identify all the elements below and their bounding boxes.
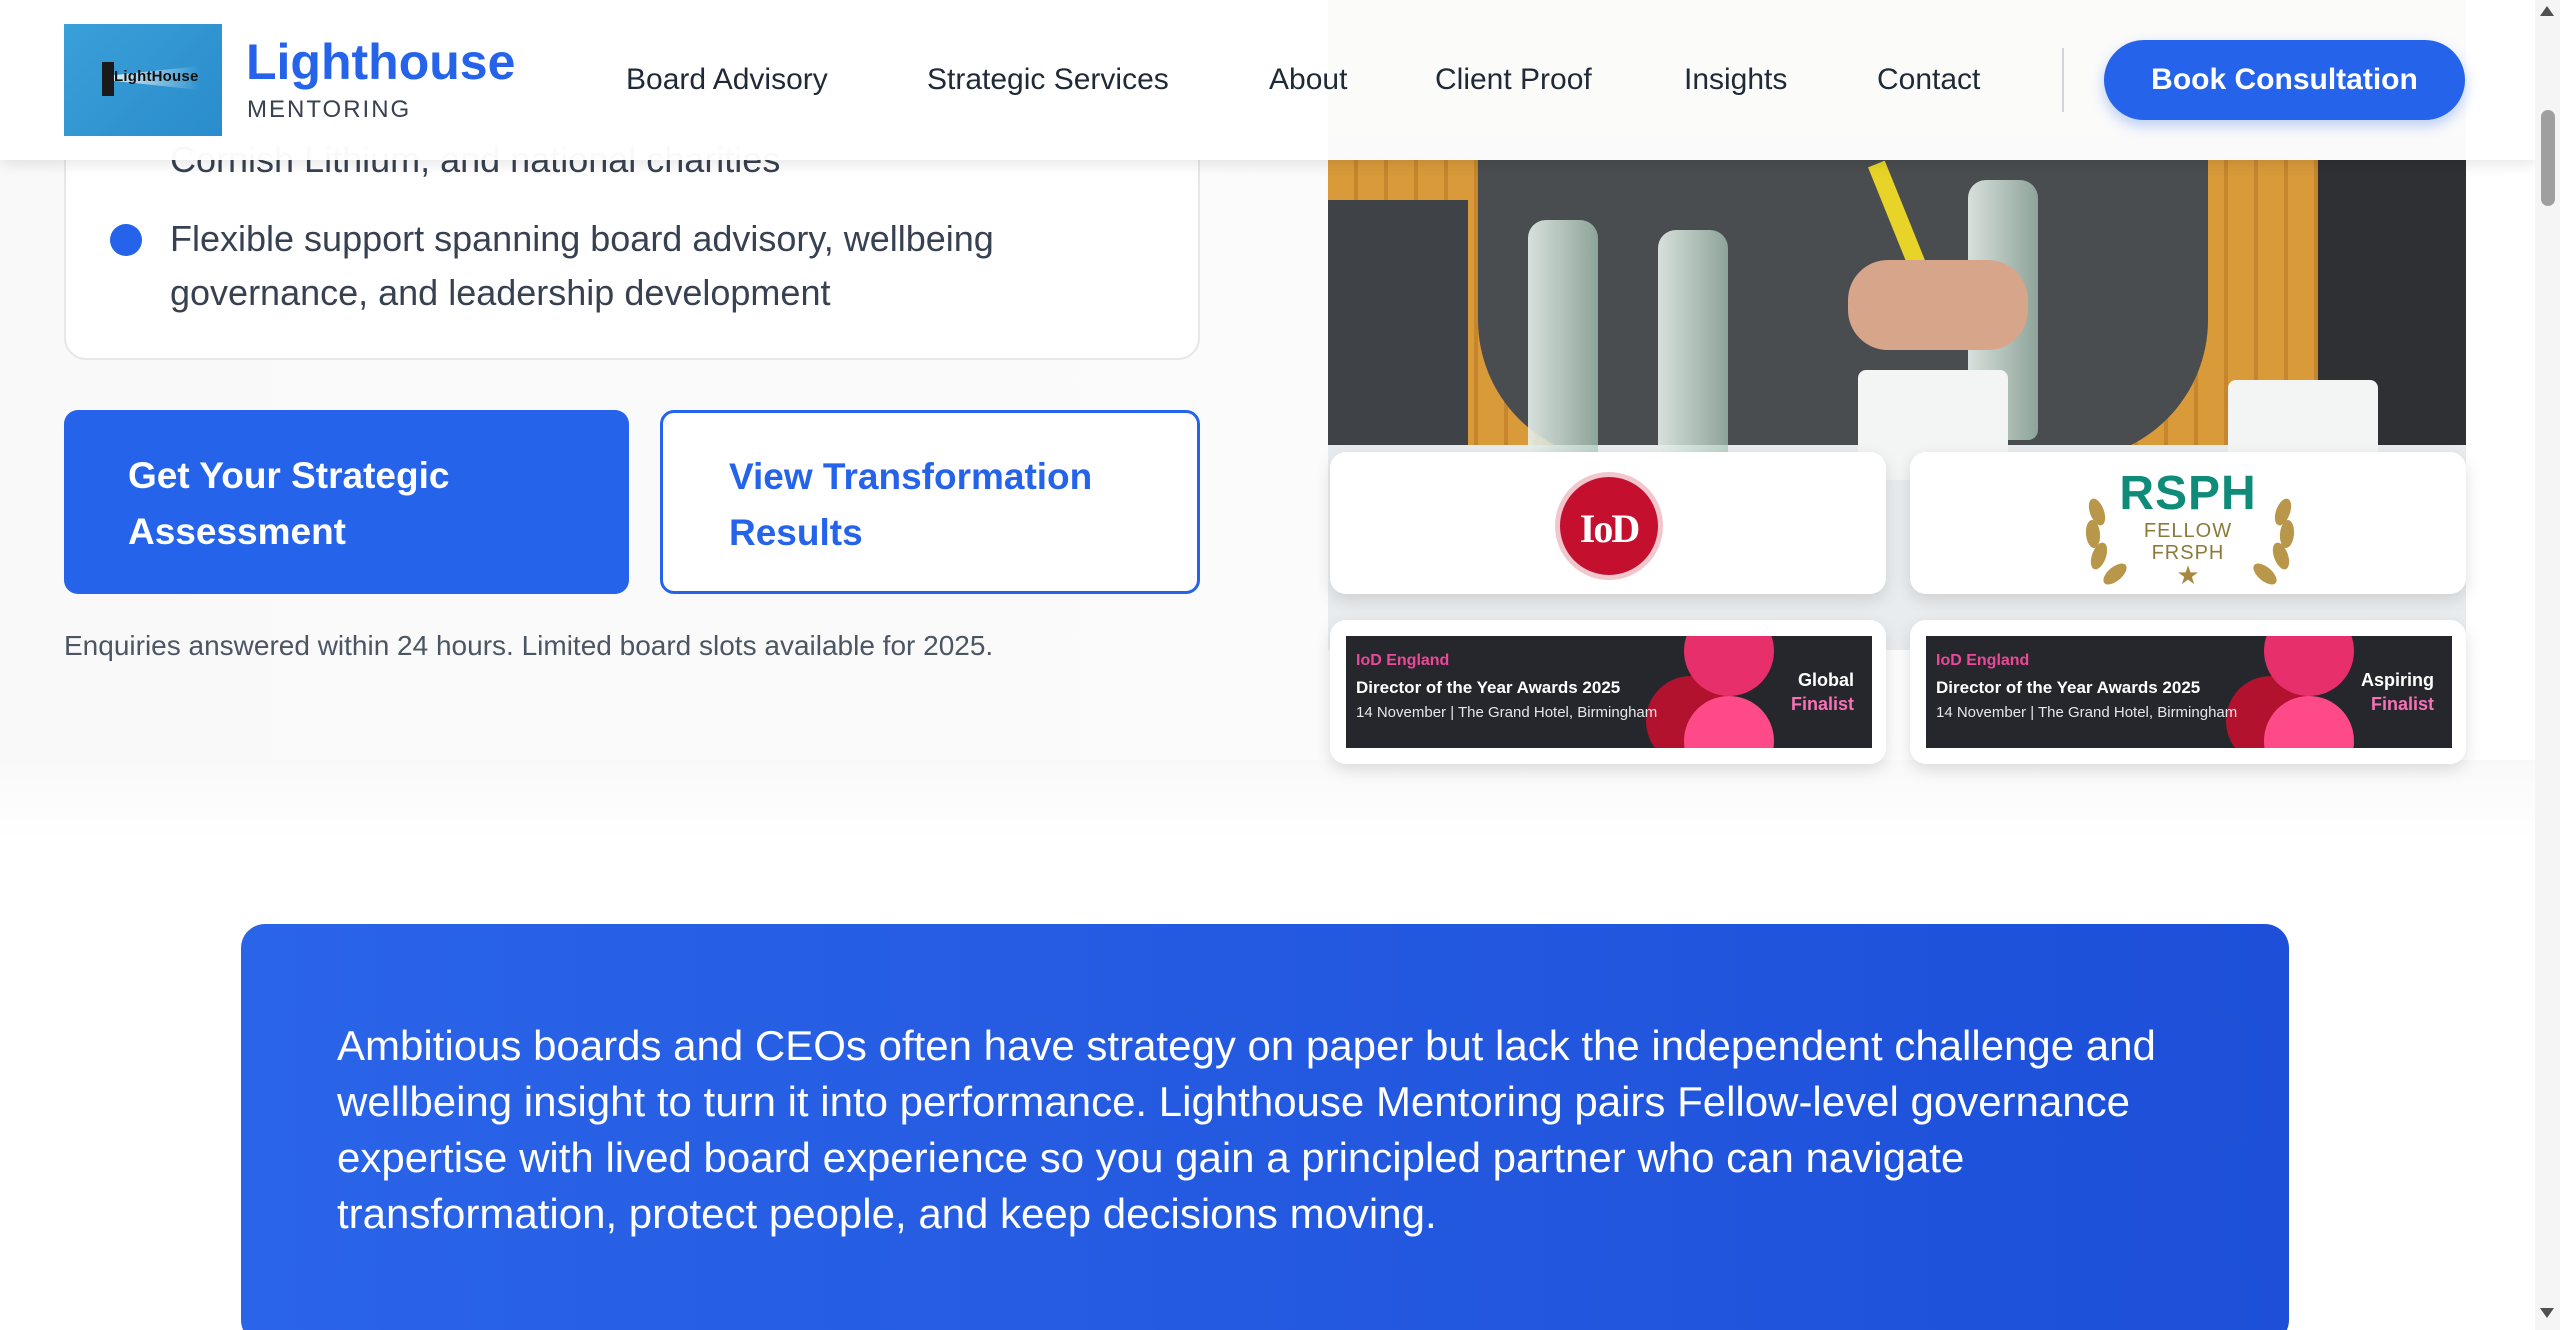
award-card-global: IoD England Director of the Year Awards … — [1330, 620, 1886, 764]
award-status: Finalist — [2370, 694, 2434, 714]
nav-strategic-services[interactable]: Strategic Services — [927, 60, 1169, 100]
award-category: Global — [1797, 670, 1854, 690]
nav-contact[interactable]: Contact — [1877, 60, 1980, 100]
rsph-fellow-label: FELLOW FRSPH — [1910, 520, 2466, 564]
brand-subtitle: MENTORING — [247, 96, 412, 123]
strategic-assessment-button[interactable]: Get Your Strategic Assessment — [64, 410, 629, 594]
nav-board-advisory[interactable]: Board Advisory — [626, 60, 828, 100]
award-org: IoD England — [1356, 652, 1450, 669]
photo-bottle — [1658, 230, 1728, 490]
photo-person-left — [1328, 200, 1468, 460]
iod-initials: IoD — [1579, 506, 1640, 551]
value-statement: Ambitious boards and CEOs often have str… — [241, 924, 2289, 1330]
award-card-aspiring: IoD England Director of the Year Awards … — [1910, 620, 2466, 764]
award-details: 14 November | The Grand Hotel, Birmingha… — [1936, 704, 2238, 721]
award-title: Director of the Year Awards 2025 — [1356, 678, 1621, 697]
site-header: LightHouse Lighthouse MENTORING Board Ad… — [0, 0, 2535, 160]
value-statement-text: Ambitious boards and CEOs often have str… — [337, 1022, 2156, 1237]
book-consultation-button[interactable]: Book Consultation — [2104, 40, 2465, 120]
award-details: 14 November | The Grand Hotel, Birmingha… — [1356, 704, 1658, 721]
scroll-thumb[interactable] — [2541, 110, 2555, 206]
nav-about[interactable]: About — [1269, 60, 1347, 100]
rsph-line1: FELLOW — [2143, 520, 2233, 542]
award-org: IoD England — [1936, 652, 2030, 669]
award-title: Director of the Year Awards 2025 — [1936, 678, 2201, 697]
lighthouse-logo-icon[interactable]: LightHouse — [64, 24, 222, 136]
bullet-dot-icon — [110, 224, 142, 256]
page-scrollbar[interactable] — [2535, 0, 2560, 1330]
rsph-fellow-badge: RSPH FELLOW FRSPH ★ — [1910, 452, 2466, 594]
page: Cornish Lithium, and national charities … — [0, 0, 2535, 1330]
bullet-item-support: Flexible support spanning board advisory… — [170, 218, 994, 313]
award-status: Finalist — [1790, 694, 1854, 714]
award-banner: IoD England Director of the Year Awards … — [1346, 636, 1872, 748]
rsph-title: RSPH — [2119, 467, 2257, 520]
star-icon: ★ — [2176, 560, 2200, 590]
brand-name[interactable]: Lighthouse — [246, 32, 515, 92]
iod-seal-icon: IoD — [1555, 472, 1663, 580]
logo-tower — [102, 62, 114, 96]
photo-hands — [1848, 260, 2028, 350]
enquiry-note: Enquiries answered within 24 hours. Limi… — [64, 630, 994, 661]
scroll-up-arrow-icon[interactable] — [2540, 6, 2554, 16]
award-banner: IoD England Director of the Year Awards … — [1926, 636, 2452, 748]
transformation-results-button[interactable]: View Transformation Results — [660, 410, 1200, 594]
iod-ambassador-badge: IoD — [1330, 452, 1886, 594]
photo-bottle — [1528, 220, 1598, 480]
nav-insights[interactable]: Insights — [1684, 60, 1787, 100]
logo-text: LightHouse — [114, 68, 199, 85]
award-category: Aspiring — [2360, 670, 2434, 690]
nav-client-proof[interactable]: Client Proof — [1435, 60, 1592, 100]
hero-fade — [0, 760, 2535, 840]
scroll-down-arrow-icon[interactable] — [2540, 1308, 2554, 1318]
nav-divider — [2062, 48, 2064, 112]
